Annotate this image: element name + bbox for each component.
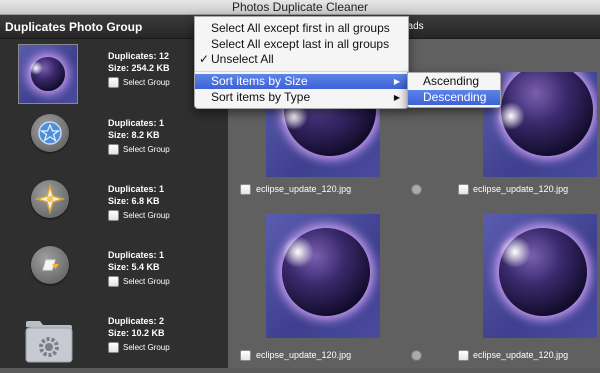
group-size: Size: 254.2 KB (108, 63, 170, 73)
lens-flare (497, 102, 525, 130)
window-title: Photos Duplicate Cleaner (231, 0, 369, 14)
select-group[interactable]: Select Group (108, 209, 170, 221)
title-bar: Photos Duplicate Cleaner (0, 0, 600, 15)
group-size: Size: 10.2 KB (108, 328, 165, 338)
sort-submenu: Ascending Descending (407, 72, 501, 108)
checkmark-icon: ✓ (199, 52, 210, 66)
group-duplicates-count: Duplicates: 1 (108, 250, 165, 260)
group-duplicates-count: Duplicates: 1 (108, 184, 165, 194)
select-group-checkbox[interactable] (108, 209, 119, 221)
menu-item-label: Select All except last in all groups (211, 37, 390, 51)
photo-filename: eclipse_update_120.jpg (473, 184, 569, 194)
photo-card-image[interactable] (483, 214, 597, 338)
photo-group[interactable]: Duplicates: 2 Size: 10.2 KB Select Group (0, 309, 228, 373)
submenu-arrow-icon: ▶ (393, 93, 400, 102)
select-group-label: Select Group (123, 77, 170, 87)
group-duplicates-count: Duplicates: 12 (108, 51, 170, 61)
photo-filename: eclipse_update_120.jpg (473, 350, 569, 360)
group-duplicates-count: Duplicates: 1 (108, 118, 165, 128)
folder-gear-glyph (25, 321, 73, 363)
menu-separator (195, 71, 408, 72)
select-group-label: Select Group (123, 210, 170, 220)
group-size: Size: 8.2 KB (108, 130, 160, 140)
submenu-item-descending[interactable]: Descending (408, 90, 500, 105)
submenu-arrow-icon: ▶ (393, 77, 400, 86)
menu-item-select-all-except-first[interactable]: Select All except first in all groups (195, 21, 408, 36)
submenu-item-label: Ascending (423, 74, 480, 88)
select-group[interactable]: Select Group (108, 143, 170, 155)
select-group-checkbox[interactable] (108, 143, 119, 155)
gold-star-circle-icon[interactable] (31, 180, 69, 218)
eclipse-thumbnail[interactable] (18, 44, 78, 104)
photo-select-checkbox[interactable] (240, 350, 251, 361)
photo-select-checkbox[interactable] (458, 184, 469, 195)
download-circle-icon[interactable] (31, 246, 69, 284)
menu-item-sort-by-size[interactable]: Sort items by Size ▶ (195, 74, 408, 89)
group-duplicates-count: Duplicates: 2 (108, 316, 165, 326)
select-group-label: Select Group (123, 342, 170, 352)
gold-star-glyph (34, 183, 66, 215)
blue-star-circle-icon[interactable] (31, 114, 69, 152)
blue-star-glyph (38, 121, 62, 145)
menu-item-select-all-except-last[interactable]: Select All except last in all groups (195, 37, 408, 52)
submenu-item-ascending[interactable]: Ascending (408, 74, 500, 89)
lens-flare (282, 236, 314, 268)
submenu-item-label: Descending (423, 90, 487, 104)
context-menu: Select All except first in all groups Se… (194, 16, 409, 109)
select-group-label: Select Group (123, 144, 170, 154)
menu-item-unselect-all[interactable]: ✓ Unselect All (195, 52, 408, 67)
lens-flare (29, 61, 43, 75)
select-group[interactable]: Select Group (108, 341, 170, 353)
group-size: Size: 5.4 KB (108, 262, 160, 272)
select-group-checkbox[interactable] (108, 275, 119, 287)
select-group-label: Select Group (123, 276, 170, 286)
select-group-checkbox[interactable] (108, 341, 119, 353)
group-size: Size: 6.8 KB (108, 196, 160, 206)
download-glyph (42, 259, 59, 271)
photo-group[interactable]: Duplicates: 1 Size: 5.4 KB Select Group (0, 243, 228, 307)
photo-group[interactable]: Duplicates: 1 Size: 8.2 KB Select Group (0, 111, 228, 175)
select-group[interactable]: Select Group (108, 275, 170, 287)
photo-group[interactable]: Duplicates: 1 Size: 6.8 KB Select Group (0, 177, 228, 241)
sidebar-title: Duplicates Photo Group (5, 20, 143, 34)
photo-select-checkbox[interactable] (240, 184, 251, 195)
menu-item-label: Unselect All (211, 52, 274, 66)
photo-filename: eclipse_update_120.jpg (256, 350, 352, 360)
lens-flare (499, 236, 531, 268)
folder-gear-icon[interactable] (24, 317, 74, 363)
select-group[interactable]: Select Group (108, 76, 170, 88)
eclipse-image (19, 45, 77, 103)
select-group-checkbox[interactable] (108, 76, 119, 88)
menu-item-label: Sort items by Size (211, 74, 308, 88)
photo-filename: eclipse_update_120.jpg (256, 184, 352, 194)
menu-item-label: Select All except first in all groups (211, 21, 390, 35)
zoom-icon[interactable] (411, 350, 422, 361)
menu-item-label: Sort items by Type (211, 90, 311, 104)
menu-item-sort-by-type[interactable]: Sort items by Type ▶ (195, 90, 408, 105)
photo-select-checkbox[interactable] (458, 350, 469, 361)
photo-card-image[interactable] (266, 214, 380, 338)
zoom-icon[interactable] (411, 184, 422, 195)
